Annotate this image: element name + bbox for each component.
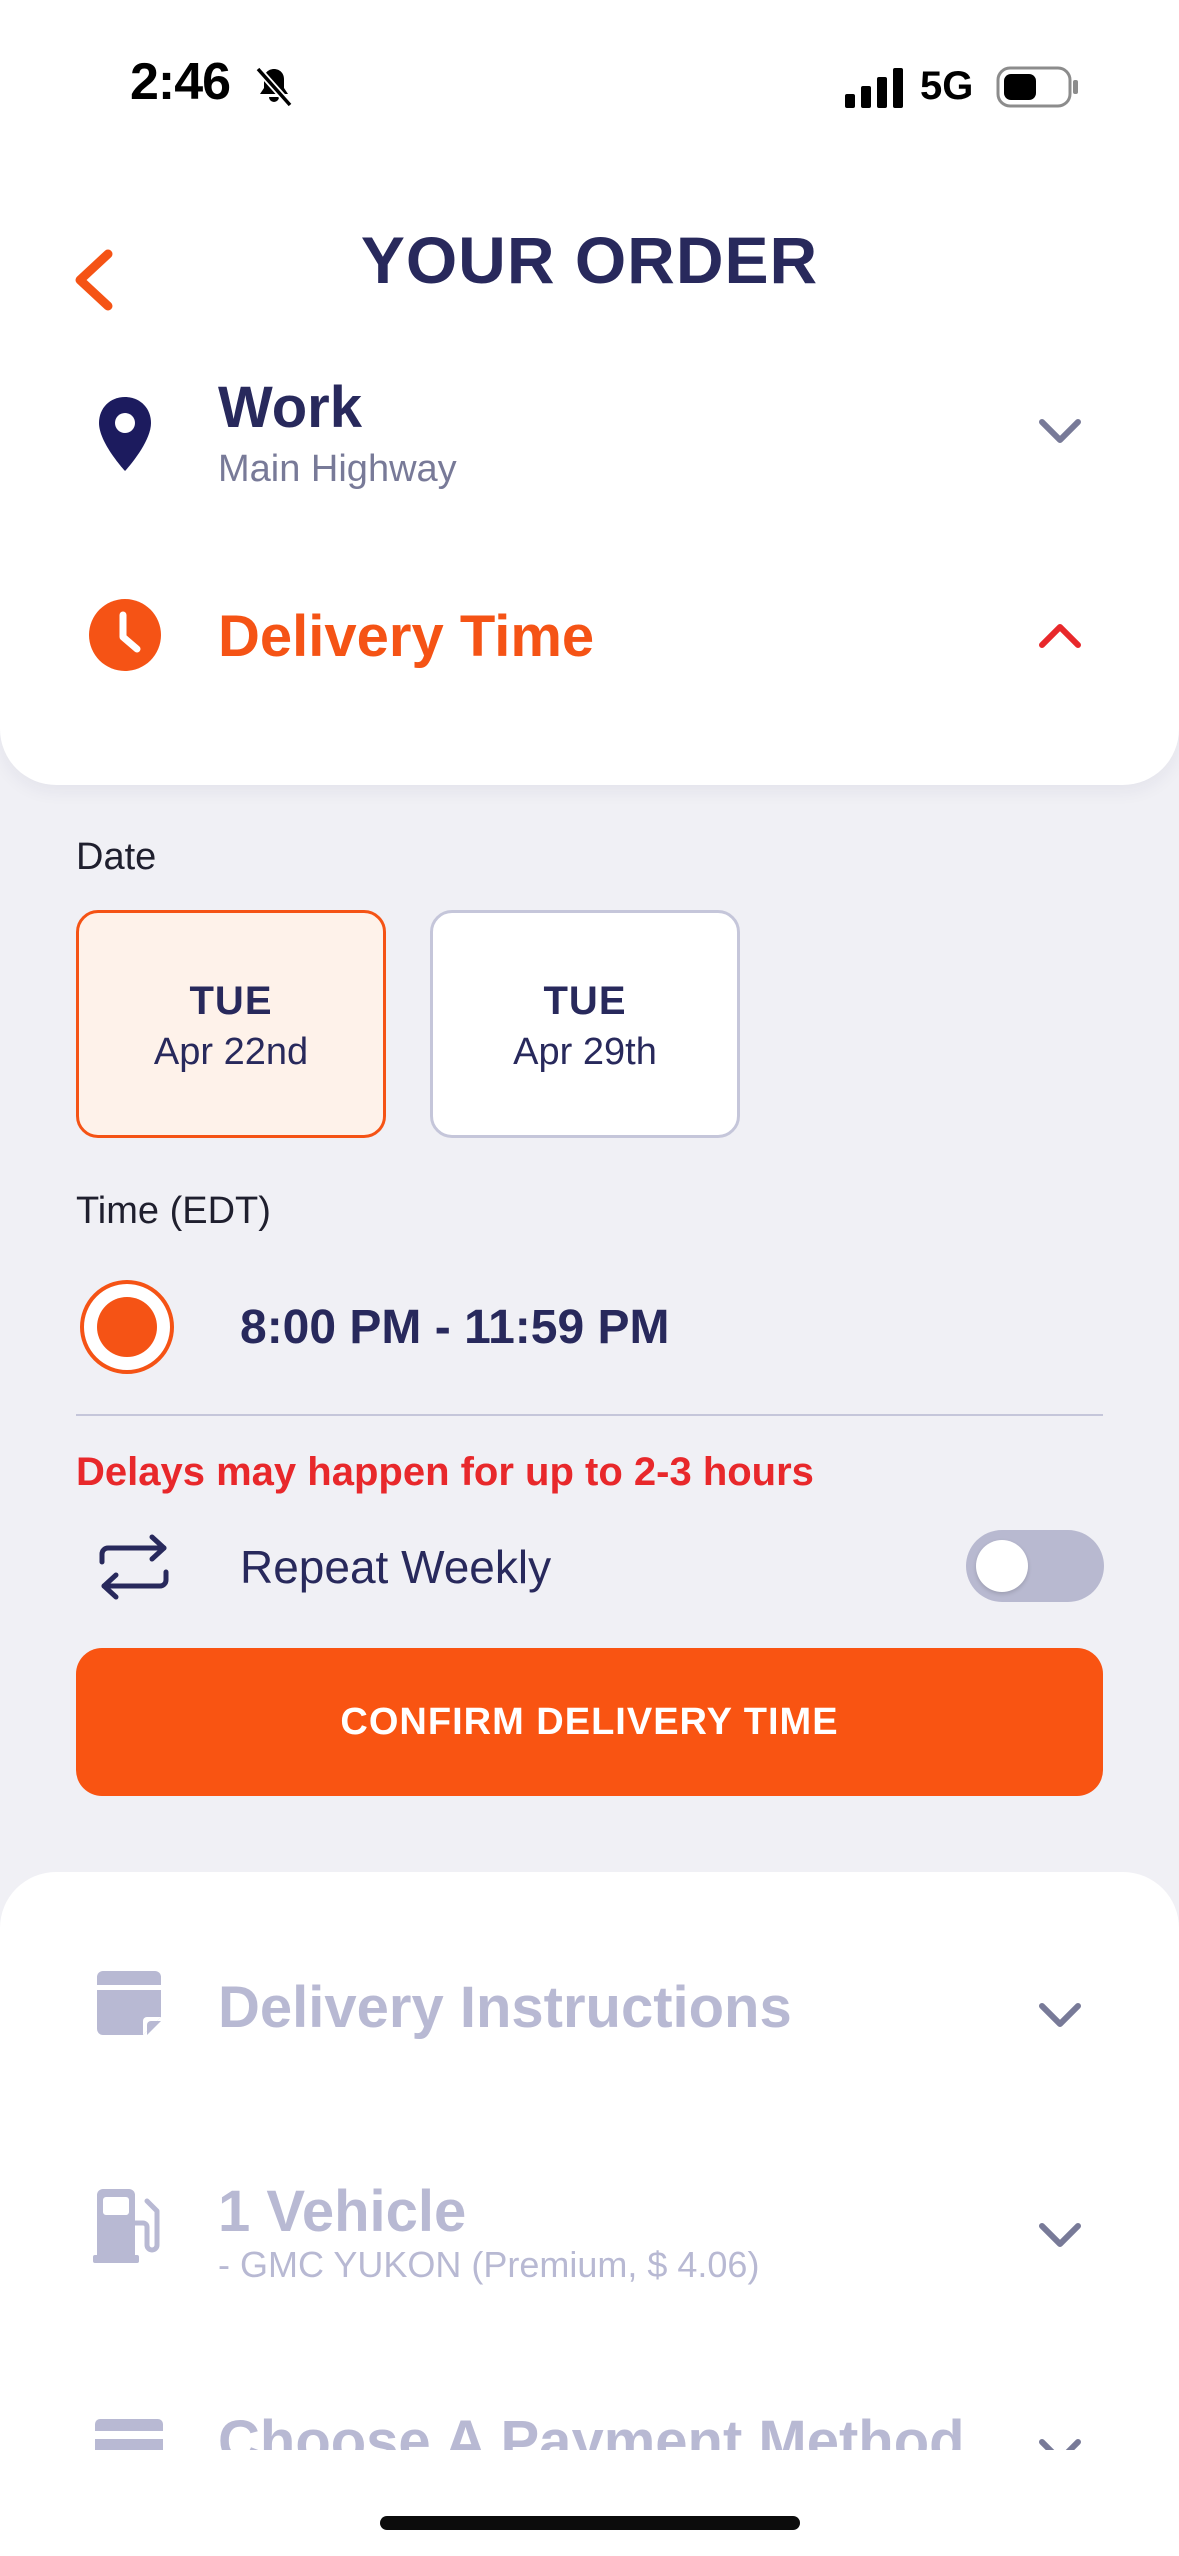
date-label: Date — [76, 836, 157, 878]
chevron-down-icon — [1039, 2223, 1081, 2247]
date-option-date: Apr 29th — [513, 1031, 657, 1073]
location-title: Work — [218, 375, 362, 440]
instructions-title: Delivery Instructions — [218, 1975, 792, 2040]
date-option-apr-29[interactable]: TUE Apr 29th — [430, 910, 740, 1138]
page-title: YOUR ORDER — [360, 223, 819, 297]
repeat-weekly-label: Repeat Weekly — [240, 1541, 552, 1593]
chevron-up-icon — [1039, 624, 1081, 648]
delivery-time-section-header[interactable]: Delivery Time — [0, 585, 1179, 685]
divider — [76, 1414, 1103, 1416]
date-option-apr-22[interactable]: TUE Apr 22nd — [76, 910, 386, 1138]
delay-warning: Delays may happen for up to 2-3 hours — [76, 1450, 814, 1494]
date-option-day: TUE — [189, 979, 273, 1023]
location-subtitle: Main Highway — [218, 448, 457, 490]
home-indicator — [380, 2516, 800, 2530]
time-slot-label[interactable]: 8:00 PM - 11:59 PM — [240, 1300, 670, 1355]
repeat-weekly-toggle[interactable] — [966, 1530, 1104, 1602]
network-type: 5G — [920, 64, 974, 108]
bell-muted-icon — [255, 66, 293, 108]
vehicle-row[interactable]: 1 Vehicle - GMC YUKON (Premium, $ 4.06) — [0, 2150, 1179, 2300]
vehicle-subtitle: - GMC YUKON (Premium, $ 4.06) — [218, 2244, 760, 2285]
date-option-day: TUE — [543, 979, 627, 1023]
chevron-down-icon — [1039, 2003, 1081, 2027]
repeat-icon — [99, 1534, 169, 1600]
map-pin-icon — [80, 390, 170, 480]
confirm-delivery-time-button[interactable]: CONFIRM DELIVERY TIME — [76, 1648, 1103, 1796]
toggle-knob — [976, 1540, 1028, 1592]
clock-icon — [80, 590, 170, 680]
fuel-pump-icon — [84, 2180, 174, 2270]
cellular-signal-icon — [845, 68, 903, 108]
note-icon — [84, 1958, 174, 2048]
delivery-instructions-row[interactable]: Delivery Instructions — [0, 1950, 1179, 2060]
vehicle-title: 1 Vehicle — [218, 2179, 467, 2244]
battery-icon — [996, 66, 1078, 108]
date-option-date: Apr 22nd — [153, 1031, 309, 1073]
chevron-down-icon — [1039, 419, 1081, 443]
time-slot-radio[interactable] — [80, 1280, 174, 1374]
status-time: 2:46 — [130, 53, 231, 111]
bottom-safe-area — [0, 2450, 1179, 2556]
status-bar: 2:46 5G — [0, 0, 1179, 150]
delivery-time-title: Delivery Time — [218, 604, 595, 669]
radio-selected-dot — [97, 1297, 157, 1357]
time-label: Time (EDT) — [76, 1190, 271, 1232]
location-selector[interactable]: Work Main Highway — [0, 370, 1179, 500]
